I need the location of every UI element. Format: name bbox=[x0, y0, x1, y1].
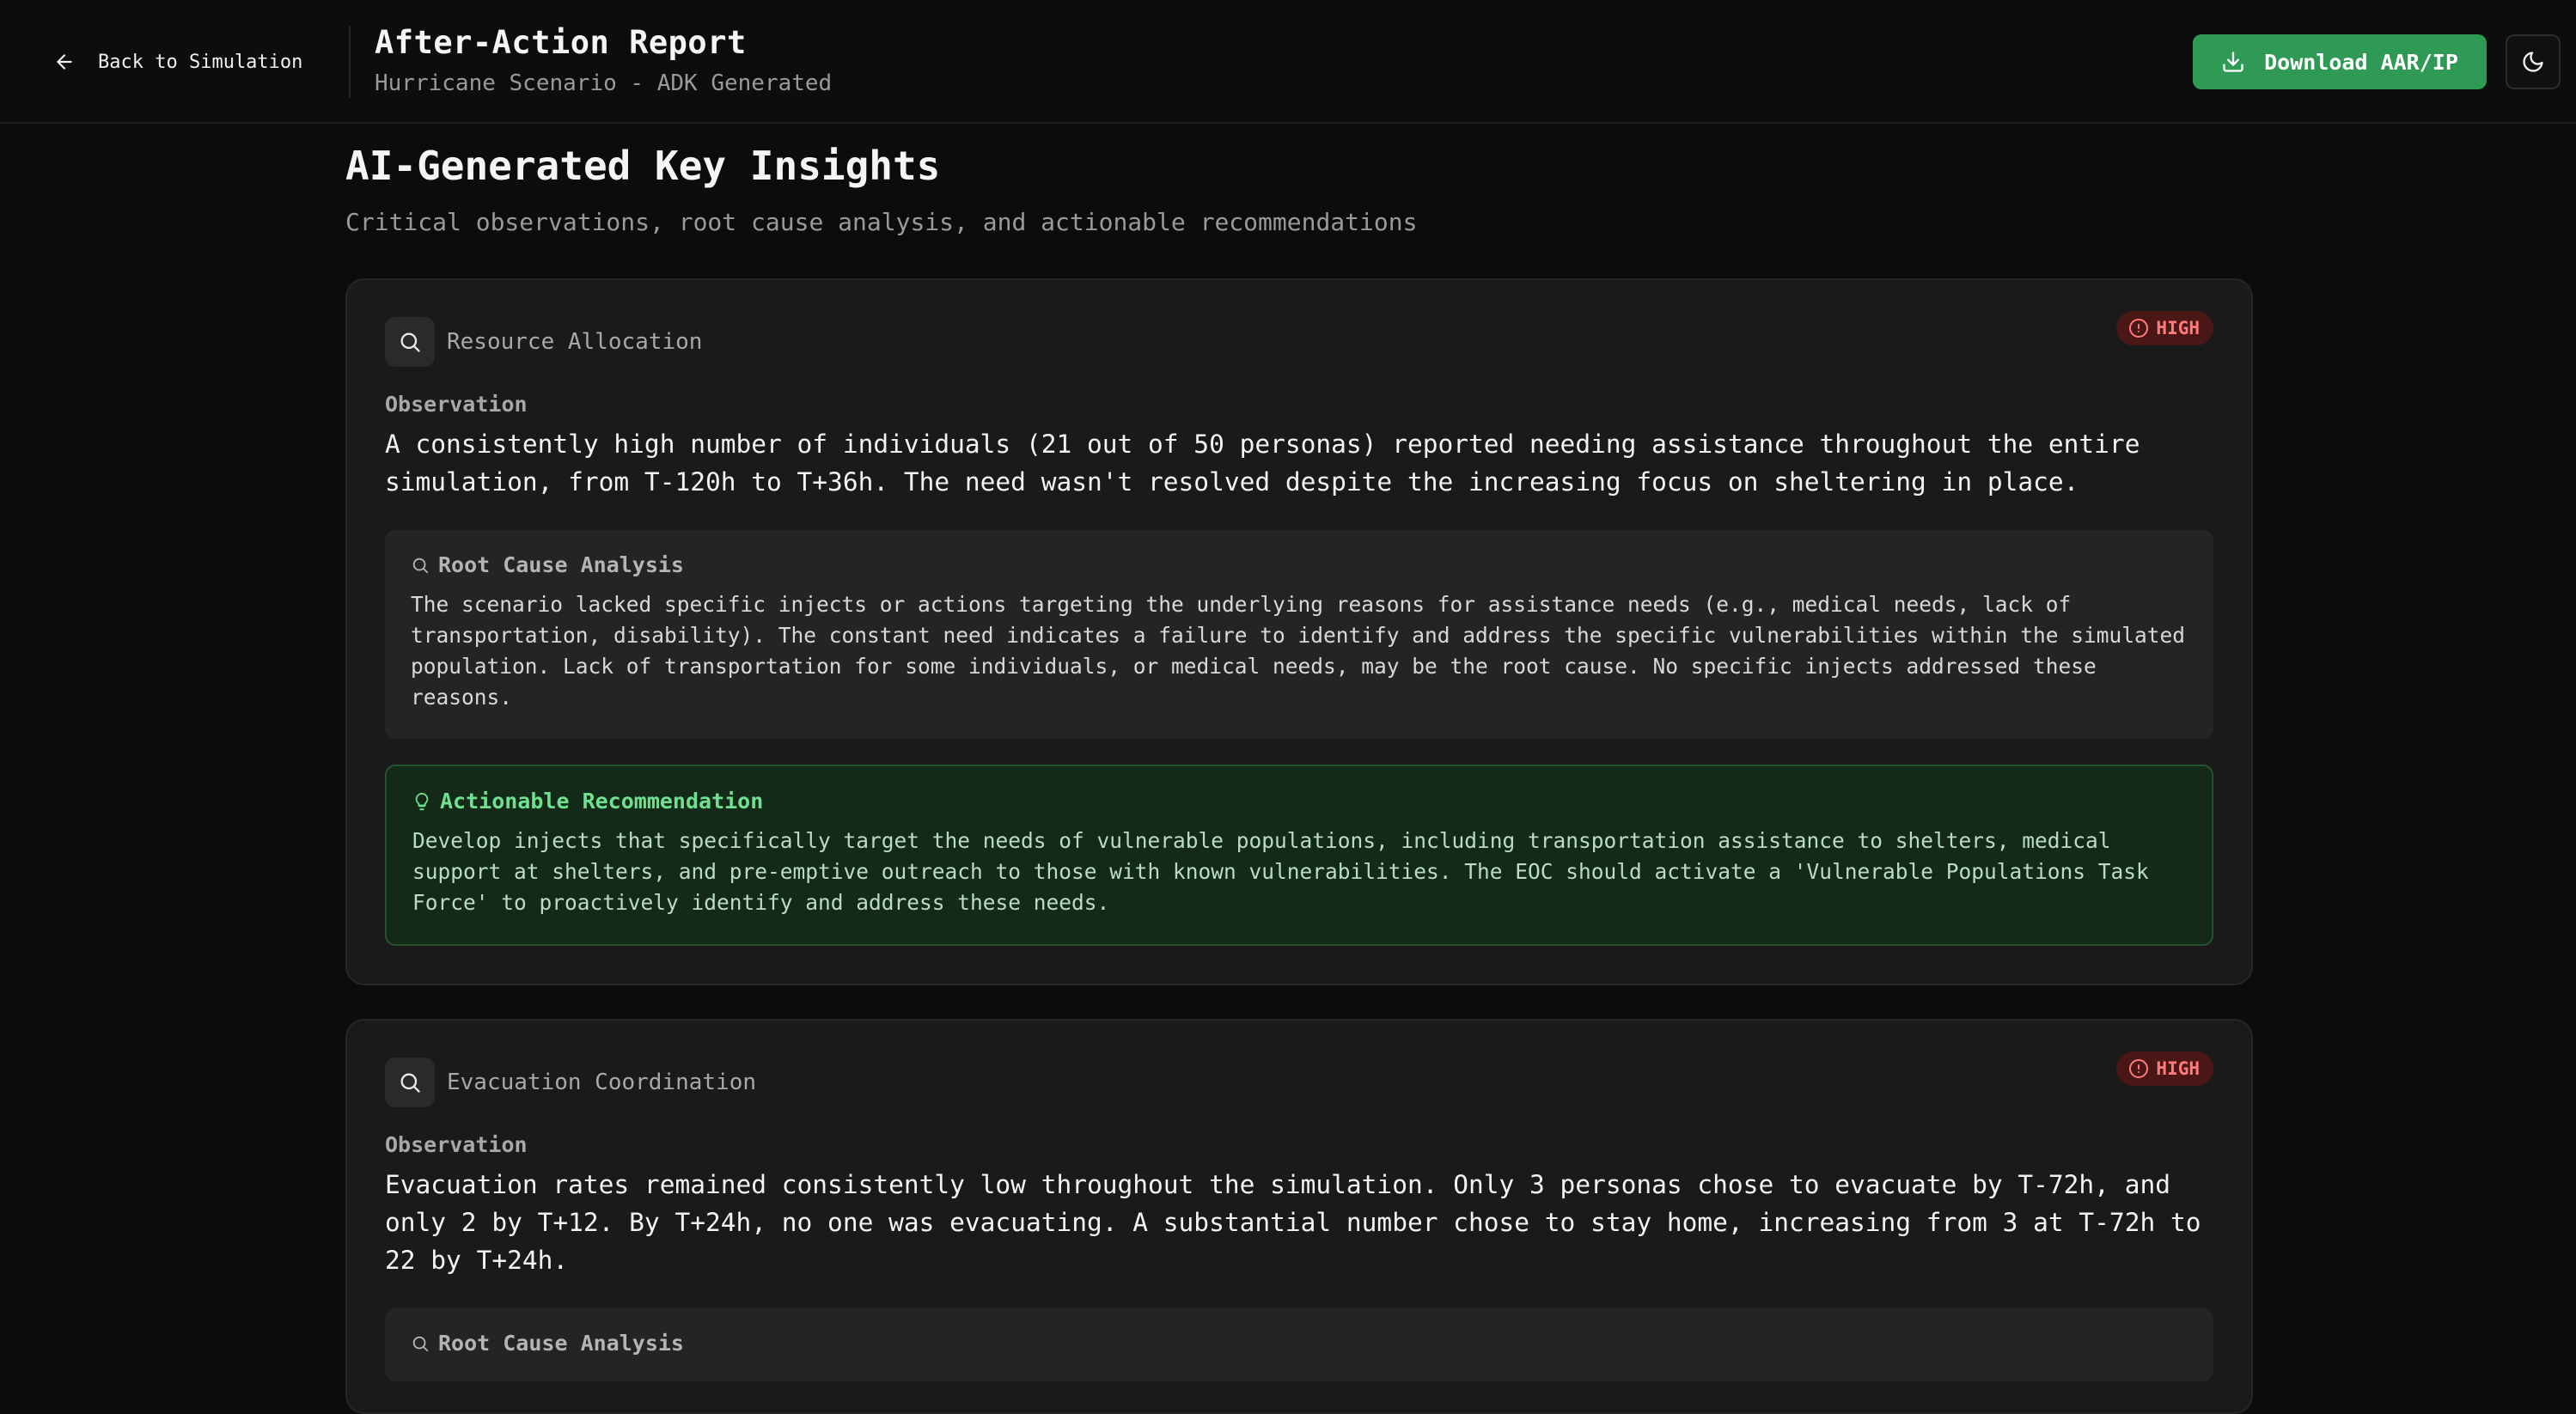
back-button-label: Back to Simulation bbox=[98, 51, 303, 73]
root-cause-analysis-box: Root Cause Analysis The scenario lacked … bbox=[385, 530, 2213, 739]
download-button-label: Download AAR/IP bbox=[2264, 49, 2458, 75]
root-cause-heading: Root Cause Analysis bbox=[411, 552, 2188, 577]
root-cause-label: Root Cause Analysis bbox=[438, 1331, 684, 1356]
alert-circle-icon bbox=[2129, 319, 2149, 338]
theme-toggle-button[interactable] bbox=[2506, 34, 2561, 89]
insight-category: Resource Allocation bbox=[447, 329, 703, 355]
page-title: After-Action Report bbox=[375, 24, 747, 61]
alert-circle-icon bbox=[2129, 1059, 2149, 1078]
severity-label: HIGH bbox=[2156, 318, 2200, 338]
search-icon bbox=[412, 558, 429, 573]
root-cause-label: Root Cause Analysis bbox=[438, 552, 684, 577]
observation-label: Observation bbox=[385, 1132, 528, 1157]
observation-text: A consistently high number of individual… bbox=[385, 430, 2140, 497]
category-icon-box bbox=[385, 1057, 435, 1107]
recommendation-heading: Actionable Recommendation bbox=[412, 789, 2186, 814]
recommendation-label: Actionable Recommendation bbox=[440, 789, 764, 814]
insight-card: Resource Allocation HIGH Observation A c… bbox=[345, 278, 2253, 985]
search-icon bbox=[400, 332, 420, 352]
root-cause-text: The scenario lacked specific injects or … bbox=[411, 592, 2186, 710]
back-to-simulation-button[interactable]: Back to Simulation bbox=[40, 34, 316, 89]
category-icon-box bbox=[385, 317, 435, 367]
insight-category: Evacuation Coordination bbox=[447, 1070, 757, 1095]
download-aar-button[interactable]: Download AAR/IP bbox=[2193, 34, 2487, 89]
insight-card-header: Evacuation Coordination HIGH bbox=[385, 1051, 2213, 1108]
insight-card-header: Resource Allocation HIGH bbox=[385, 311, 2213, 368]
section-subtitle: Critical observations, root cause analys… bbox=[345, 208, 1418, 236]
download-icon bbox=[2223, 52, 2243, 72]
top-header: Back to Simulation After-Action Report H… bbox=[0, 0, 2576, 124]
root-cause-analysis-box: Root Cause Analysis bbox=[385, 1308, 2213, 1381]
observation-label: Observation bbox=[385, 392, 528, 417]
severity-badge: HIGH bbox=[2116, 311, 2213, 345]
severity-badge: HIGH bbox=[2116, 1051, 2213, 1086]
section-title: AI-Generated Key Insights bbox=[345, 143, 941, 189]
page-subtitle: Hurricane Scenario - ADK Generated bbox=[375, 70, 833, 96]
recommendation-text: Develop injects that specifically target… bbox=[412, 828, 2149, 915]
root-cause-heading: Root Cause Analysis bbox=[411, 1331, 2188, 1356]
insight-card: Evacuation Coordination HIGH Observation… bbox=[345, 1019, 2253, 1414]
search-icon bbox=[412, 1336, 429, 1351]
lightbulb-icon bbox=[415, 792, 429, 810]
header-divider bbox=[349, 26, 351, 98]
severity-label: HIGH bbox=[2156, 1058, 2200, 1079]
search-icon bbox=[400, 1073, 420, 1093]
recommendation-box: Actionable Recommendation Develop inject… bbox=[385, 765, 2213, 946]
moon-icon bbox=[2523, 52, 2543, 72]
observation-text: Evacuation rates remained consistently l… bbox=[385, 1170, 2201, 1275]
arrow-left-icon bbox=[57, 54, 72, 70]
